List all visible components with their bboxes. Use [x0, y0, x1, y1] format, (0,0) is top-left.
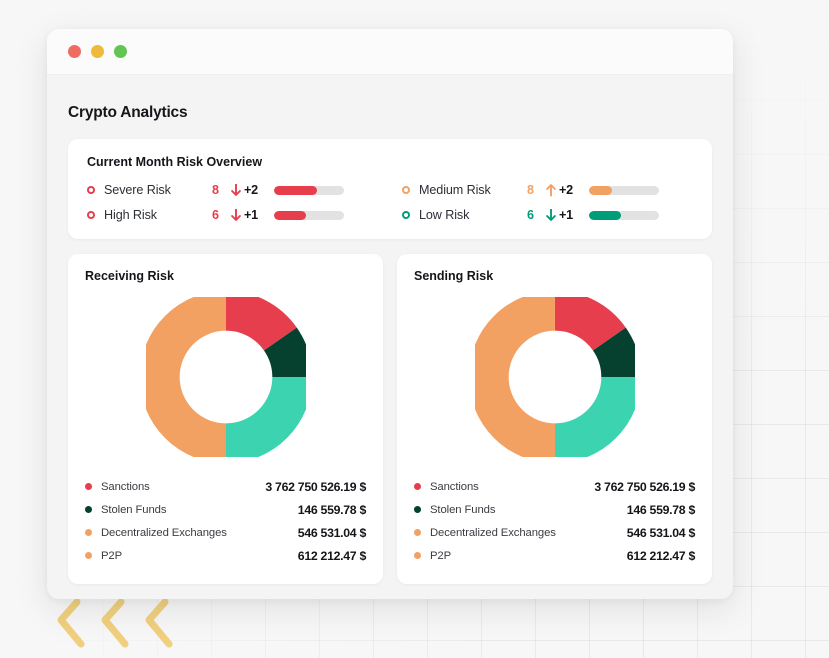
- donut-segment-decentralized-exchanges[interactable]: [224, 376, 306, 457]
- browser-window: Crypto Analytics Current Month Risk Over…: [47, 29, 733, 599]
- risk-bullet-icon: [87, 186, 95, 194]
- risk-bullet-icon: [87, 211, 95, 219]
- legend-value: 3 762 750 526.19 $: [265, 479, 366, 494]
- arrow-down-icon: [545, 208, 556, 221]
- risk-row-high-risk[interactable]: High Risk 6 +1: [87, 208, 378, 222]
- legend-color-dot: [414, 506, 421, 513]
- donut-segment-sanctions[interactable]: [553, 297, 626, 352]
- risk-label: Severe Risk: [104, 183, 171, 197]
- risk-count: 6: [212, 208, 220, 222]
- risk-bullet-icon: [402, 186, 410, 194]
- risk-progress-bar: [274, 185, 344, 195]
- window-close-dot[interactable]: [68, 45, 81, 58]
- window-maximize-dot[interactable]: [114, 45, 127, 58]
- risk-delta: +1: [244, 208, 258, 222]
- legend-item[interactable]: P2P 612 212.47 $: [414, 544, 695, 567]
- chart-title: Sending Risk: [414, 269, 494, 283]
- risk-trend-arrow: [542, 208, 559, 222]
- legend-label: Stolen Funds: [430, 503, 496, 516]
- charts-row: Receiving Risk Sanctions 3 762 750 526.19 …: [68, 254, 712, 584]
- legend-item[interactable]: Decentralized Exchanges 546 531.04 $: [414, 521, 695, 544]
- chart-legend: Sanctions 3 762 750 526.19 $ Stolen Funds 1…: [414, 475, 695, 567]
- chart-legend: Sanctions 3 762 750 526.19 $ Stolen Funds 1…: [85, 475, 366, 567]
- risk-overview-card: Current Month Risk Overview Severe Risk 8…: [68, 139, 712, 239]
- legend-color-dot: [85, 529, 92, 536]
- legend-color-dot: [85, 483, 92, 490]
- window-minimize-dot[interactable]: [91, 45, 104, 58]
- legend-label: P2P: [430, 549, 452, 562]
- app-root: Crypto Analytics Current Month Risk Over…: [0, 0, 829, 658]
- legend-label: Stolen Funds: [101, 503, 167, 516]
- risk-delta: +2: [559, 183, 573, 197]
- legend-value: 546 531.04 $: [297, 525, 367, 540]
- legend-value: 3 762 750 526.19 $: [594, 479, 695, 494]
- legend-color-dot: [414, 529, 421, 536]
- donut-svg: [474, 297, 635, 457]
- risk-row-severe-risk[interactable]: Severe Risk 8 +2: [87, 183, 378, 197]
- legend-value: 612 212.47 $: [626, 548, 696, 563]
- risk-overview-grid: Severe Risk 8 +2 Medium Risk 8 +2 High Risk 6 +1…: [87, 183, 693, 222]
- donut-svg: [145, 297, 306, 457]
- legend-item[interactable]: Sanctions 3 762 750 526.19 $: [85, 475, 366, 498]
- legend-item[interactable]: Sanctions 3 762 750 526.19 $: [414, 475, 695, 498]
- legend-label: Decentralized Exchanges: [430, 526, 556, 539]
- legend-item[interactable]: Decentralized Exchanges 546 531.04 $: [85, 521, 366, 544]
- risk-trend-arrow: [227, 183, 244, 197]
- risk-label: High Risk: [104, 208, 157, 222]
- window-titlebar: [47, 29, 733, 75]
- risk-trend-arrow: [542, 183, 559, 197]
- risk-delta: +2: [244, 183, 258, 197]
- risk-progress-bar: [589, 210, 659, 220]
- risk-progress-bar: [589, 185, 659, 195]
- donut-segment-stolen-funds[interactable]: [262, 327, 306, 378]
- donut-chart: [414, 283, 695, 469]
- donut-segment-stolen-funds[interactable]: [591, 327, 635, 378]
- legend-item[interactable]: Stolen Funds 146 559.78 $: [85, 498, 366, 521]
- risk-overview-title: Current Month Risk Overview: [87, 155, 263, 169]
- arrow-down-icon: [230, 208, 241, 221]
- risk-count: 8: [527, 183, 535, 197]
- risk-row-low-risk[interactable]: Low Risk 6 +1: [402, 208, 693, 222]
- donut-chart: [85, 283, 366, 469]
- legend-value: 146 559.78 $: [297, 502, 367, 517]
- donut-segment-decentralized-exchanges[interactable]: [553, 376, 635, 457]
- donut-segment-sanctions[interactable]: [224, 297, 297, 352]
- risk-progress-bar: [274, 210, 344, 220]
- risk-count: 6: [527, 208, 535, 222]
- chart-card-sending-risk: Sending Risk Sanctions 3 762 750 526.19 $ S…: [397, 254, 712, 584]
- legend-item[interactable]: P2P 612 212.47 $: [85, 544, 366, 567]
- risk-delta: +1: [559, 208, 573, 222]
- risk-trend-arrow: [227, 208, 244, 222]
- donut-segment-p2p[interactable]: [145, 297, 227, 457]
- risk-bullet-icon: [402, 211, 410, 219]
- legend-color-dot: [414, 483, 421, 490]
- legend-label: P2P: [101, 549, 123, 562]
- risk-label: Low Risk: [419, 208, 470, 222]
- chevron-marks-decoration: [57, 598, 173, 648]
- legend-item[interactable]: Stolen Funds 146 559.78 $: [414, 498, 695, 521]
- legend-color-dot: [85, 506, 92, 513]
- legend-value: 546 531.04 $: [626, 525, 696, 540]
- legend-label: Decentralized Exchanges: [101, 526, 227, 539]
- donut-segment-p2p[interactable]: [474, 297, 556, 457]
- legend-value: 612 212.47 $: [297, 548, 367, 563]
- arrow-down-icon: [230, 183, 241, 196]
- chart-card-receiving-risk: Receiving Risk Sanctions 3 762 750 526.19 …: [68, 254, 383, 584]
- legend-color-dot: [85, 552, 92, 559]
- risk-label: Medium Risk: [419, 183, 491, 197]
- legend-color-dot: [414, 552, 421, 559]
- risk-count: 8: [212, 183, 220, 197]
- arrow-up-icon: [545, 183, 556, 196]
- legend-label: Sanctions: [101, 480, 150, 493]
- risk-row-medium-risk[interactable]: Medium Risk 8 +2: [402, 183, 693, 197]
- page-title: Crypto Analytics: [68, 104, 188, 121]
- legend-value: 146 559.78 $: [626, 502, 696, 517]
- legend-label: Sanctions: [430, 480, 479, 493]
- chart-title: Receiving Risk: [85, 269, 174, 283]
